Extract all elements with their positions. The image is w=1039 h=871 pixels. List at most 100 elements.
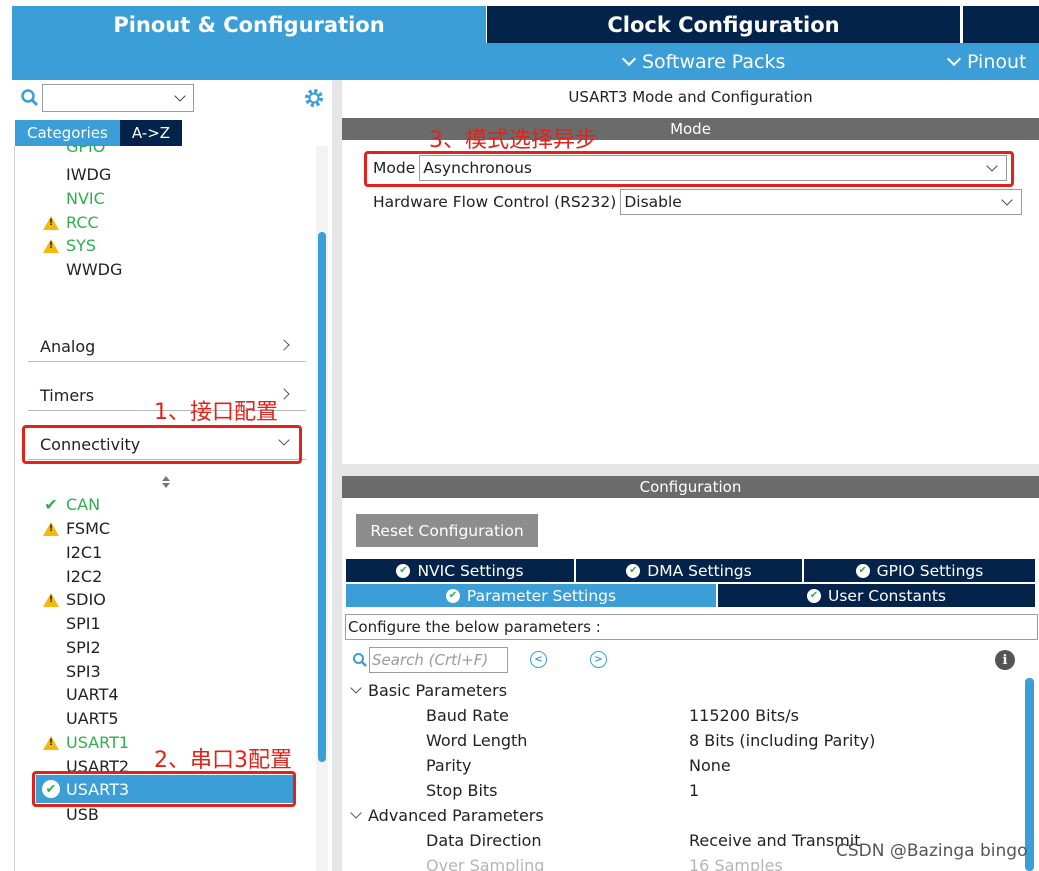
- pinout-menu[interactable]: Pinout: [946, 51, 1027, 73]
- tab-label: NVIC Settings: [417, 561, 524, 580]
- chevron-down-icon: [1001, 194, 1013, 206]
- check-circle-icon: ✔: [445, 588, 460, 603]
- software-packs-menu[interactable]: Software Packs: [621, 51, 785, 73]
- next-result-icon[interactable]: >: [590, 651, 607, 668]
- tab-user-constants[interactable]: ✔ User Constants: [718, 584, 1035, 607]
- check-circle-icon: ✔: [626, 563, 641, 578]
- settings-tabs-row2: ✔ Parameter Settings ✔ User Constants: [346, 584, 1035, 607]
- item-label: SDIO: [66, 590, 106, 609]
- peripheral-search-select[interactable]: [42, 84, 194, 112]
- check-icon: ✔: [44, 495, 58, 514]
- list-item-sys[interactable]: SYS: [42, 236, 96, 255]
- search-icon: [21, 89, 39, 107]
- param-value[interactable]: 115200 Bits/s: [689, 706, 799, 725]
- item-label: WWDG: [66, 260, 123, 279]
- param-value[interactable]: None: [689, 756, 731, 775]
- parameter-search-input[interactable]: Search (Crtl+F): [369, 647, 508, 673]
- list-item-usart1[interactable]: USART1: [42, 733, 129, 752]
- chevron-down-icon: [350, 682, 362, 694]
- list-item-i2c1[interactable]: I2C1: [42, 543, 102, 562]
- hfc-value: Disable: [624, 193, 682, 211]
- tab-clock-configuration[interactable]: Clock Configuration: [487, 6, 960, 43]
- section-label: Basic Parameters: [368, 681, 508, 700]
- list-item-fsmc[interactable]: FSMC: [42, 519, 110, 538]
- item-label: I2C1: [66, 543, 103, 562]
- list-item-sdio[interactable]: SDIO: [42, 590, 106, 609]
- gear-icon[interactable]: [302, 86, 326, 110]
- section-advanced-parameters[interactable]: Advanced Parameters: [350, 806, 544, 825]
- reset-configuration-button[interactable]: Reset Configuration: [356, 514, 538, 547]
- param-value[interactable]: Receive and Transmit: [689, 831, 861, 850]
- list-item-wwdg[interactable]: WWDG: [42, 260, 122, 279]
- item-label: IWDG: [66, 165, 112, 184]
- group-analog[interactable]: Analog: [28, 332, 306, 362]
- warning-icon: [43, 521, 59, 536]
- search-icon: [353, 653, 367, 667]
- watermark: CSDN @Bazinga bingo: [836, 841, 1028, 861]
- list-item-uart5[interactable]: UART5: [42, 709, 119, 728]
- list-item-spi3[interactable]: SPI3: [42, 662, 101, 681]
- annotation-step-1: 1、接口配置: [154, 400, 278, 425]
- tab-dma-settings[interactable]: ✔ DMA Settings: [576, 559, 804, 582]
- configuration-header: Configuration: [342, 476, 1039, 498]
- tab-parameter-settings[interactable]: ✔ Parameter Settings: [346, 584, 718, 607]
- tab-overflow[interactable]: [961, 6, 1039, 43]
- list-item-spi2[interactable]: SPI2: [42, 638, 101, 657]
- chevron-down-icon: [174, 90, 186, 102]
- list-item-uart4[interactable]: UART4: [42, 685, 119, 704]
- list-item-usb[interactable]: USB: [42, 805, 99, 824]
- pinout-label: Pinout: [967, 51, 1027, 73]
- warning-icon: [43, 735, 59, 750]
- tab-label: GPIO Settings: [876, 561, 984, 580]
- warning-icon: [43, 238, 59, 253]
- hfc-label: Hardware Flow Control (RS232): [373, 193, 617, 211]
- param-value[interactable]: 1: [689, 781, 699, 800]
- list-item-gpio[interactable]: GPIO: [42, 145, 105, 159]
- hfc-select[interactable]: Disable: [620, 189, 1023, 215]
- item-label: UART4: [66, 685, 119, 704]
- item-label: SYS: [66, 236, 97, 255]
- section-divider: [342, 464, 1039, 476]
- tab-nvic-settings[interactable]: ✔ NVIC Settings: [346, 559, 576, 582]
- item-label: SPI1: [66, 614, 101, 633]
- tab-label: DMA Settings: [647, 561, 752, 580]
- param-label: Baud Rate: [426, 706, 509, 725]
- item-label: CAN: [66, 495, 101, 514]
- param-label: Word Length: [426, 731, 528, 750]
- sort-icon[interactable]: [160, 475, 172, 489]
- check-circle-icon: ✔: [855, 563, 870, 578]
- info-icon[interactable]: i: [995, 650, 1015, 670]
- annotation-step-3: 3、模式选择异步: [429, 128, 597, 153]
- annotation-box-mode: [364, 151, 1014, 187]
- chevron-down-icon: [350, 807, 362, 819]
- list-item-can[interactable]: ✔ CAN: [42, 495, 100, 514]
- list-item-nvic[interactable]: NVIC: [42, 189, 105, 208]
- list-item-iwdg[interactable]: IWDG: [42, 165, 111, 184]
- item-label: I2C2: [66, 567, 103, 586]
- param-value[interactable]: 8 Bits (including Parity): [689, 731, 875, 750]
- divider: [14, 146, 15, 871]
- tab-categories[interactable]: Categories: [15, 120, 120, 146]
- previous-result-icon[interactable]: <: [530, 651, 547, 668]
- settings-tabs-row1: ✔ NVIC Settings ✔ DMA Settings ✔ GPIO Se…: [346, 559, 1035, 582]
- configure-hint: Configure the below parameters :: [345, 614, 1038, 640]
- item-label: NVIC: [66, 189, 105, 208]
- tab-a-z[interactable]: A->Z: [119, 120, 183, 146]
- item-label: UART5: [66, 709, 119, 728]
- list-item-i2c2[interactable]: I2C2: [42, 567, 102, 586]
- list-item-spi1[interactable]: SPI1: [42, 614, 101, 633]
- section-basic-parameters[interactable]: Basic Parameters: [350, 681, 508, 700]
- param-label: Stop Bits: [426, 781, 498, 800]
- list-item-rcc[interactable]: RCC: [42, 213, 99, 232]
- scrollbar-thumb[interactable]: [318, 232, 326, 762]
- param-value[interactable]: 16 Samples: [689, 856, 783, 871]
- panel-splitter[interactable]: [332, 80, 342, 871]
- category-tabs: Categories A->Z: [15, 120, 183, 146]
- tab-gpio-settings[interactable]: ✔ GPIO Settings: [804, 559, 1035, 582]
- group-label: Analog: [40, 337, 96, 356]
- annotation-box-usart3: [32, 771, 296, 807]
- item-label: GPIO: [66, 145, 106, 156]
- item-label: SPI3: [66, 662, 101, 681]
- chevron-down-icon: [621, 51, 637, 67]
- tab-pinout-configuration[interactable]: Pinout & Configuration: [12, 6, 486, 43]
